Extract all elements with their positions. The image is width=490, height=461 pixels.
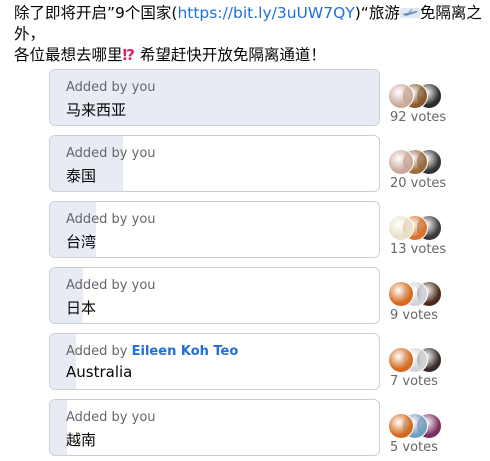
exclamation-question-icon: ⁉ bbox=[122, 46, 135, 64]
added-by-prefix: Added by bbox=[66, 146, 132, 161]
poll-option-label: 日本 bbox=[66, 299, 97, 317]
voter-avatar[interactable] bbox=[388, 347, 414, 373]
vote-count[interactable]: 20 votes bbox=[390, 176, 446, 191]
voter-avatar[interactable] bbox=[388, 281, 414, 307]
poll-option-label: 泰国 bbox=[66, 167, 97, 185]
poll-option[interactable]: Added by you 越南 bbox=[49, 399, 380, 456]
voter-avatar[interactable] bbox=[388, 413, 414, 439]
post-text-segment: 各位最想去哪里 bbox=[14, 46, 123, 64]
poll-option-added-by: Added by Eileen Koh Teo bbox=[66, 344, 238, 359]
poll-option-label: 马来西亚 bbox=[66, 101, 127, 119]
poll-option[interactable]: Added by you 马来西亚 bbox=[49, 69, 380, 126]
post-text: 除了即将开启”9个国家(https://bit.ly/3uUW7QY)“旅游 免隔… bbox=[14, 3, 484, 66]
added-by-prefix: Added by bbox=[66, 410, 132, 425]
voter-avatar[interactable] bbox=[388, 83, 414, 109]
poll-option[interactable]: Added by you 泰国 bbox=[49, 135, 380, 192]
post-text-segment: 除了即将开启”9个国家( bbox=[14, 4, 178, 22]
poll-option[interactable]: Added by you 台湾 bbox=[49, 201, 380, 258]
post-text-segment: )“旅游 bbox=[354, 4, 400, 22]
added-by-prefix: Added by bbox=[66, 80, 132, 95]
voter-avatars[interactable] bbox=[388, 347, 488, 373]
vote-count[interactable]: 13 votes bbox=[390, 242, 446, 257]
added-by-author: you bbox=[131, 278, 156, 293]
poll-option[interactable]: Added by Eileen Koh Teo Australia bbox=[49, 333, 380, 390]
poll-option-result-bar bbox=[50, 400, 67, 455]
vote-count[interactable]: 5 votes bbox=[390, 440, 438, 455]
poll-option-voters: 20 votes bbox=[388, 149, 488, 191]
added-by-author: you bbox=[131, 80, 156, 95]
poll-option-added-by: Added by you bbox=[66, 410, 156, 425]
voter-avatars[interactable] bbox=[388, 215, 488, 241]
added-by-author-link[interactable]: Eileen Koh Teo bbox=[132, 344, 239, 359]
vote-count[interactable]: 7 votes bbox=[390, 374, 438, 389]
poll-option-label: Australia bbox=[66, 363, 133, 381]
post-line-2: 各位最想去哪里⁉ 希望赶快开放免隔离通道！ bbox=[14, 45, 484, 66]
added-by-prefix: Added by bbox=[66, 278, 132, 293]
poll-option-added-by: Added by you bbox=[66, 212, 156, 227]
post-text-segment: 希望赶快开放免隔离通道！ bbox=[139, 46, 326, 64]
added-by-prefix: Added by bbox=[66, 344, 132, 359]
voter-avatar[interactable] bbox=[388, 215, 414, 241]
poll-option-voters: 13 votes bbox=[388, 215, 488, 257]
voter-avatars[interactable] bbox=[388, 281, 488, 307]
poll-option-voters: 5 votes bbox=[388, 413, 488, 455]
post-link[interactable]: https://bit.ly/3uUW7QY bbox=[177, 4, 354, 22]
poll-option-voters: 9 votes bbox=[388, 281, 488, 323]
poll-option[interactable]: Added by you 日本 bbox=[49, 267, 380, 324]
poll-option-added-by: Added by you bbox=[66, 278, 156, 293]
added-by-author: you bbox=[131, 212, 156, 227]
vote-count[interactable]: 9 votes bbox=[390, 308, 438, 323]
voter-avatars[interactable] bbox=[388, 83, 488, 109]
poll-option-added-by: Added by you bbox=[66, 146, 156, 161]
vote-count[interactable]: 92 votes bbox=[390, 110, 446, 125]
poll-option-label: 越南 bbox=[66, 431, 97, 449]
added-by-author: you bbox=[131, 146, 156, 161]
added-by-author: you bbox=[131, 410, 156, 425]
poll-option-voters: 7 votes bbox=[388, 347, 488, 389]
voter-avatar[interactable] bbox=[388, 149, 414, 175]
poll-option-label: 台湾 bbox=[66, 233, 97, 251]
poll-option-added-by: Added by you bbox=[66, 80, 156, 95]
voter-avatars[interactable] bbox=[388, 149, 488, 175]
poll-option-voters: 92 votes bbox=[388, 83, 488, 125]
post-line-1: 除了即将开启”9个国家(https://bit.ly/3uUW7QY)“旅游 免隔… bbox=[14, 3, 484, 45]
airplane-emoji-icon bbox=[399, 8, 420, 18]
added-by-prefix: Added by bbox=[66, 212, 132, 227]
voter-avatars[interactable] bbox=[388, 413, 488, 439]
